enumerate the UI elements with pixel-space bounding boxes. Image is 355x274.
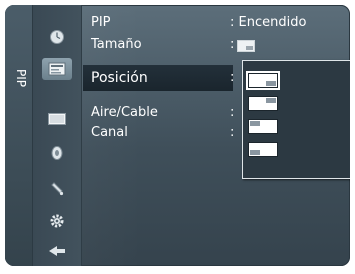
position-option-top-left[interactable]: [248, 119, 278, 134]
position-option-bottom-right[interactable]: [246, 71, 280, 90]
picture-icon[interactable]: [42, 108, 72, 130]
pip-value: : Encendido: [230, 15, 307, 30]
size-preview-icon: [237, 40, 255, 52]
setup-icon[interactable]: [42, 210, 72, 232]
position-option-bottom-left[interactable]: [248, 142, 278, 157]
menu-item-size[interactable]: Tamaño: [91, 35, 142, 55]
size-value: :: [230, 37, 235, 52]
menu-item-pip[interactable]: PIP: [91, 13, 111, 33]
osd-menu-panel: PIP PIP: Encendido Tamaño: Posición: …: [5, 5, 350, 266]
menu-item-air-cable[interactable]: Aire/Cable: [91, 103, 158, 123]
side-tab-label: PIP: [14, 68, 28, 87]
pip-menu: PIP : Encendido Tamaño : Posición : Aire…: [83, 5, 350, 266]
input-icon[interactable]: [42, 240, 72, 262]
menu-item-channel[interactable]: Canal: [91, 123, 128, 143]
position-option-top-right[interactable]: [248, 96, 278, 111]
menu-item-position[interactable]: Posición: [91, 68, 148, 88]
tv-screen: PIP PIP: Encendido Tamaño: Posición: …: [0, 0, 355, 274]
menu-category-column: [33, 5, 82, 266]
air-cable-value: :: [230, 105, 235, 120]
position-dropdown: [242, 60, 350, 179]
channel-value: :: [230, 125, 235, 140]
side-tab: PIP: [5, 5, 33, 266]
tv-guide-icon[interactable]: [42, 58, 72, 80]
clock-icon[interactable]: [42, 26, 72, 48]
position-value: :: [230, 70, 235, 85]
channel-icon[interactable]: [42, 178, 72, 200]
sound-icon[interactable]: [42, 142, 72, 164]
